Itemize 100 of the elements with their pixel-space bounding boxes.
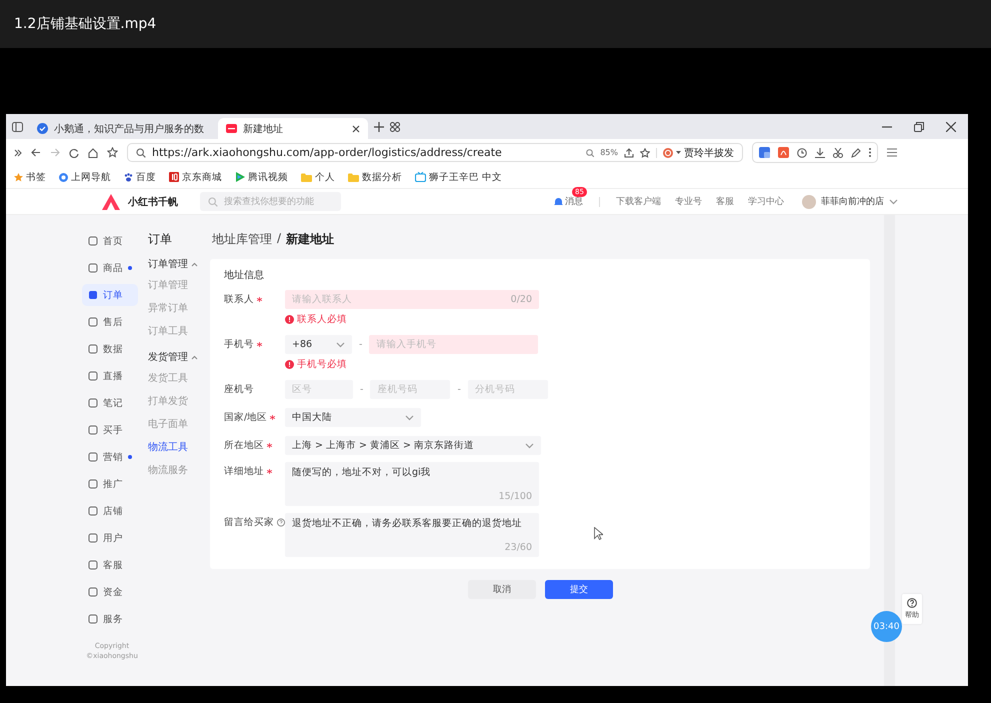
address-bar[interactable]: https://ark.xiaohongshu.com/app-order/logistics/address/create 85% 贾玲半披发 — [127, 143, 743, 162]
nav-item[interactable]: 买手 — [82, 419, 138, 441]
download-icon[interactable] — [815, 148, 825, 158]
hot-search[interactable]: 贾玲半披发 — [663, 146, 734, 160]
square-outline-icon — [88, 371, 98, 381]
star-icon[interactable] — [640, 148, 650, 158]
account-menu[interactable]: 菲菲向前冲的店 — [802, 194, 898, 208]
breadcrumb-separator: / — [277, 231, 282, 247]
field-label: 手机号 — [224, 338, 254, 351]
error-message: 联系人必填 — [285, 313, 539, 326]
country-select[interactable]: 中国大陆 — [285, 408, 421, 427]
submit-button[interactable]: 提交 — [545, 580, 613, 599]
nav-item[interactable]: 店铺 — [82, 500, 138, 522]
pen-icon[interactable] — [851, 148, 861, 158]
nav-item[interactable]: 售后 — [82, 311, 138, 333]
browser-tab[interactable]: 小鹅通，知识产品与用户服务的数 — [29, 118, 212, 139]
bookmark[interactable]: 数据分析 — [348, 170, 402, 184]
breadcrumb-link[interactable]: 地址库管理 — [212, 231, 272, 248]
nav-item[interactable]: 推广 — [82, 473, 138, 495]
textarea-field[interactable]: 退货地址不正确，请务必联系客服要正确的退货地址 23/60 — [285, 513, 539, 557]
field-label: 座机号 — [224, 383, 254, 396]
menu-group[interactable]: 发货管理 — [148, 350, 210, 364]
paw-icon — [124, 172, 133, 182]
menu-item[interactable]: 物流工具 — [148, 440, 210, 454]
nav-item[interactable]: 直播 — [82, 365, 138, 387]
zoom-icon — [586, 148, 594, 156]
nav-item[interactable]: 首页 — [82, 230, 138, 252]
divider-icon — [599, 196, 600, 206]
nav-item[interactable]: 订单 — [82, 284, 138, 306]
scissors-icon[interactable] — [833, 148, 843, 158]
bookmark[interactable]: 个人 — [301, 170, 335, 184]
search-icon — [136, 148, 146, 158]
chevron-down-icon — [525, 442, 534, 448]
bookmark[interactable]: 书签 — [14, 170, 46, 184]
bookmark[interactable]: 百度 — [124, 170, 156, 184]
messages-link[interactable]: 消息 — [554, 195, 583, 208]
folder-icon — [348, 172, 359, 182]
header-link[interactable]: 客服 — [716, 195, 734, 208]
nav-item[interactable]: 商品 — [82, 257, 138, 279]
folder-icon — [301, 172, 312, 182]
close-icon[interactable] — [352, 124, 360, 132]
bookmark[interactable]: 京东商城 — [169, 170, 222, 184]
close-icon[interactable] — [946, 122, 956, 132]
browser-tab[interactable]: 新建地址 — [218, 118, 368, 139]
textarea-field[interactable]: 随便写的，地址不对，可以gi我 15/100 — [285, 462, 539, 506]
nav-item[interactable]: 用户 — [82, 527, 138, 549]
header-link[interactable]: 学习中心 — [748, 195, 784, 208]
restore-icon[interactable] — [914, 122, 924, 132]
separator-text: - — [457, 384, 461, 395]
character-counter: 15/100 — [498, 491, 532, 502]
square-outline-icon — [88, 533, 98, 543]
tv-icon — [415, 172, 426, 182]
nav-item[interactable]: 营销 — [82, 446, 138, 468]
square-outline-icon — [88, 506, 98, 516]
bookmark[interactable]: 上网导航 — [59, 170, 111, 184]
back-icon[interactable] — [31, 148, 41, 157]
grid-icon[interactable] — [390, 122, 400, 132]
menu-group[interactable]: 订单管理 — [148, 257, 210, 271]
chevron-down-icon — [405, 414, 414, 420]
header-link[interactable]: 专业号 — [675, 195, 702, 208]
square-outline-icon — [88, 344, 98, 354]
section-title: 订单 — [148, 231, 173, 248]
chevron-down-icon — [889, 198, 898, 204]
square-outline-icon — [88, 317, 98, 327]
chevron-down-icon — [336, 342, 345, 348]
bookmark[interactable]: 狮子王辛巴 中文 — [415, 170, 502, 184]
globe-icon — [59, 172, 68, 182]
star-icon[interactable] — [107, 147, 118, 158]
region-select[interactable]: 上海 > 上海市 > 黄浦区 > 南京东路街道 — [285, 436, 541, 455]
divider-icon — [656, 148, 657, 158]
nav-item[interactable]: 客服 — [82, 554, 138, 576]
double-chevron-icon[interactable] — [14, 148, 22, 156]
square-outline-icon — [88, 479, 98, 489]
header-link[interactable]: 下载客户端 — [616, 195, 661, 208]
nav-item[interactable]: 笔记 — [82, 392, 138, 414]
avatar — [802, 194, 816, 208]
nav-item[interactable]: 资金 — [82, 581, 138, 603]
clock-icon[interactable] — [797, 148, 807, 158]
sidebar-toggle-icon[interactable] — [12, 122, 23, 132]
error-icon — [285, 360, 294, 369]
nav-item[interactable]: 服务 — [82, 608, 138, 630]
reload-icon[interactable] — [69, 148, 79, 158]
share-icon[interactable] — [624, 148, 634, 158]
field-label: 国家/地区 — [224, 411, 268, 424]
country-code-select[interactable]: +86 — [285, 335, 352, 354]
menu-icon[interactable] — [887, 148, 897, 157]
timer-badge: 03:40 — [871, 611, 902, 642]
field-label: 所在地区 — [224, 439, 264, 452]
cancel-button[interactable]: 取消 — [468, 580, 536, 599]
pdf-icon[interactable] — [778, 147, 789, 158]
home-icon[interactable] — [88, 148, 98, 158]
bookmark[interactable]: 腾讯视频 — [235, 170, 288, 184]
video-title: 1.2店铺基础设置.mp4 — [14, 15, 156, 33]
square-outline-icon — [88, 263, 98, 273]
search-icon — [208, 196, 218, 206]
error-icon — [285, 315, 294, 324]
plus-icon[interactable] — [374, 122, 384, 132]
star-icon — [14, 172, 23, 182]
nav-item[interactable]: 数据 — [82, 338, 138, 360]
square-outline-icon — [88, 614, 98, 624]
